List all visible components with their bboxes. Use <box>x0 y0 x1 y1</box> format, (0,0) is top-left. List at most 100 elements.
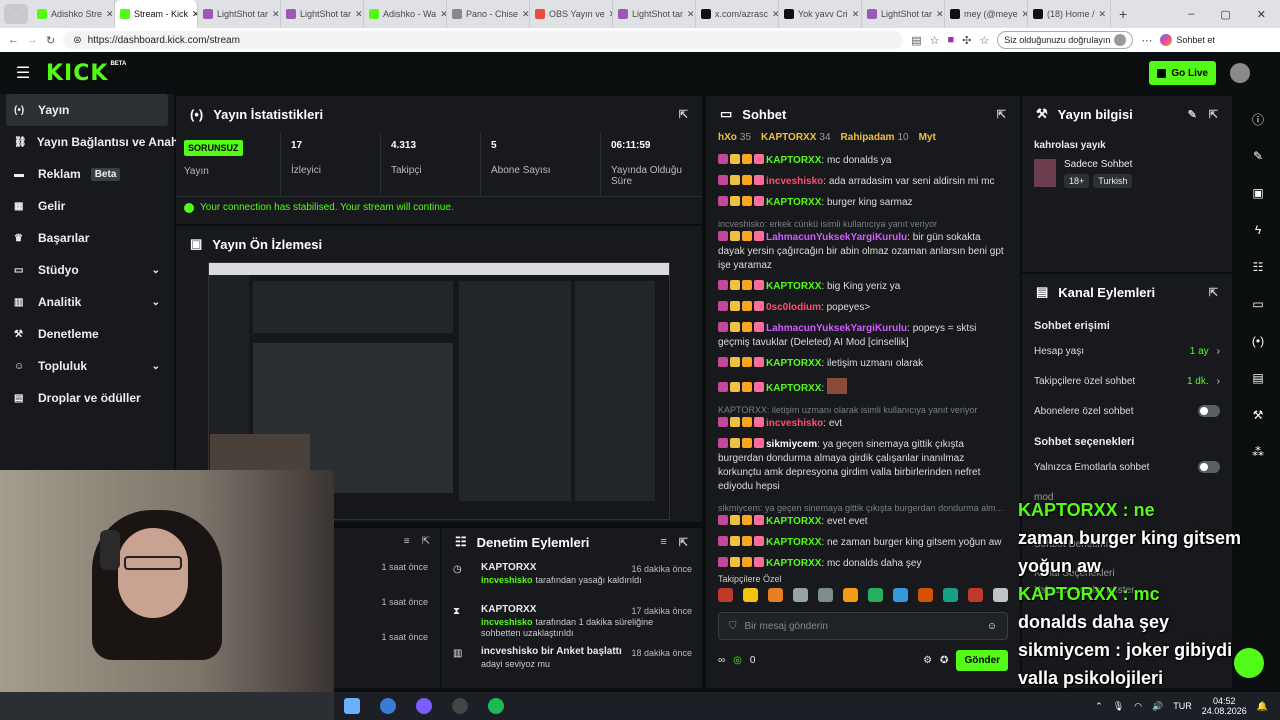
sidebar-item[interactable]: ▥ Analitik ⌄ <box>0 286 174 318</box>
emote-icon[interactable] <box>718 588 733 602</box>
browser-tab[interactable]: LightShot tar ✕ <box>613 0 696 28</box>
go-live-button[interactable]: Go Live <box>1149 61 1216 85</box>
wrench-icon[interactable]: ⚒ <box>1246 403 1270 427</box>
tab-close-icon[interactable]: ✕ <box>272 9 280 20</box>
back-icon[interactable]: ← <box>8 34 19 46</box>
window-controls[interactable]: – ▢ ✕ <box>1188 8 1280 21</box>
sidebar-item[interactable]: ▦ Gelir <box>0 190 174 222</box>
bookmark-star-icon[interactable]: ☆ <box>930 34 940 47</box>
toggle-switch[interactable] <box>1198 461 1220 473</box>
browser-tab[interactable]: Pano - Chise ✕ <box>447 0 530 28</box>
channel-setting-row[interactable]: Yalnızca Emotlarla sohbet <box>1022 452 1232 482</box>
sidebar-item[interactable]: ▤ Droplar ve ödüller <box>0 382 174 414</box>
emoji-icon[interactable]: ☺ <box>987 621 997 632</box>
tag-chip[interactable]: 18+ <box>1064 174 1090 188</box>
chat-message[interactable]: LahmacunYuksekYargiKurulu: popeys = skts… <box>706 322 1020 350</box>
popout-icon[interactable]: ⇱ <box>1209 108 1218 121</box>
channel-setting-row[interactable]: Abonelere özel sohbet <box>1022 396 1232 426</box>
filter-icon[interactable]: ≡ <box>404 536 410 548</box>
chat-username[interactable]: LahmacunYuksekYargiKurulu <box>766 232 907 243</box>
emote-icon[interactable] <box>843 588 858 602</box>
browser-tab[interactable]: LightShot tar ✕ <box>281 0 364 28</box>
popout-icon[interactable]: ⇱ <box>997 108 1006 121</box>
maximize-icon[interactable]: ▢ <box>1220 8 1230 21</box>
wifi-icon[interactable]: ◠ <box>1134 701 1142 712</box>
new-tab-icon[interactable]: + <box>1119 6 1127 22</box>
browser-tab[interactable]: Adishko Stre ✕ <box>32 0 115 28</box>
edit-icon[interactable]: ✎ <box>1246 144 1270 168</box>
browser-tab[interactable]: Stream - Kick✕ <box>115 0 198 28</box>
copilot-button[interactable]: Sohbet et <box>1160 34 1215 46</box>
popout-icon[interactable]: ⇱ <box>679 108 688 121</box>
chat-username[interactable]: incveshisko <box>766 176 823 187</box>
chat-message[interactable]: KAPTORXX: burger king sarmaz <box>706 196 1020 210</box>
help-button[interactable] <box>1234 648 1264 678</box>
sidebar-item[interactable]: ☺ Topluluk ⌄ <box>0 350 174 382</box>
sidebar-item[interactable]: ⚒ Denetleme <box>0 318 174 350</box>
chat-message[interactable]: KAPTORXX: mc donalds daha şey <box>706 557 1020 571</box>
site-info-icon[interactable]: ⊜ <box>73 35 81 46</box>
chat-message[interactable]: 0sc0lodium: popeyes> <box>706 301 1020 315</box>
chat-message[interactable]: KAPTORXX: iletişim uzmanı olarak isimli … <box>706 403 1020 431</box>
sidebar-item[interactable]: ▭ Stüdyo ⌄ <box>0 254 174 286</box>
tab-close-icon[interactable]: ✕ <box>1099 9 1107 20</box>
emote-icon[interactable] <box>768 588 783 602</box>
tray-arrow-icon[interactable]: ⌃ <box>1095 701 1103 712</box>
filter-icon[interactable]: ≡ <box>660 536 666 549</box>
chat-input[interactable]: ⛉ Bir mesaj gönderin ☺ <box>718 612 1008 640</box>
tab-close-icon[interactable]: ✕ <box>522 9 529 20</box>
mic-icon[interactable]: 🎙 <box>1113 701 1124 712</box>
browser-tab[interactable]: LightShot tar ✕ <box>862 0 945 28</box>
emote-icon[interactable] <box>818 588 833 602</box>
chat-username[interactable]: KAPTORXX <box>766 281 821 292</box>
chat-message[interactable]: KAPTORXX: mc donalds ya <box>706 154 1020 168</box>
tab-close-icon[interactable]: ✕ <box>936 9 944 20</box>
tab-close-icon[interactable]: ✕ <box>772 9 778 20</box>
chat-username[interactable]: incveshisko <box>766 418 823 429</box>
extensions-puzzle-icon[interactable]: ✣ <box>962 34 971 47</box>
tab-close-icon[interactable]: ✕ <box>687 9 695 20</box>
moderation-item[interactable]: ▥ incveshisko bir Anket başlattı adayi sev… <box>441 640 702 682</box>
chat-username[interactable]: LahmacunYuksekYargiKurulu <box>766 323 907 334</box>
chat-username[interactable]: KAPTORXX <box>766 537 821 548</box>
bolt-icon[interactable]: ϟ <box>1246 218 1270 242</box>
emote-icon[interactable] <box>893 588 908 602</box>
mod-icon[interactable]: ✪ <box>940 655 948 666</box>
popout-icon[interactable]: ⇱ <box>422 536 430 548</box>
chat-message[interactable]: KAPTORXX: <box>706 378 1020 396</box>
spotify-icon[interactable] <box>488 698 504 714</box>
app-icon[interactable] <box>380 698 396 714</box>
emote-icon[interactable] <box>993 588 1008 602</box>
broadcast-icon[interactable]: (•) <box>1246 329 1270 353</box>
emote-icon[interactable] <box>793 588 808 602</box>
sidebar-item[interactable]: (•) Yayın <box>6 94 168 126</box>
verify-identity-chip[interactable]: Siz olduğunuzu doğrulayın <box>997 31 1134 49</box>
extension-icon[interactable]: ■ <box>948 34 955 46</box>
chat-message[interactable]: incveshisko: ada arradasim var seni aldi… <box>706 175 1020 189</box>
chat-username[interactable]: sikmiycem <box>766 439 817 450</box>
top-user[interactable]: Myt <box>919 132 939 150</box>
browser-tab[interactable]: mey (@meye✕ <box>945 0 1028 28</box>
moderation-item[interactable]: ◷ KAPTORXX incveshisko tarafından yasağı ka… <box>441 556 702 598</box>
list-icon[interactable]: ☷ <box>1246 255 1270 279</box>
chat-username[interactable]: KAPTORXX <box>766 358 821 369</box>
user-avatar[interactable] <box>1230 63 1250 83</box>
language-indicator[interactable]: TUR <box>1173 701 1192 711</box>
emote-icon[interactable] <box>968 588 983 602</box>
browser-tab[interactable]: x.com/azrasc ✕ <box>696 0 779 28</box>
hamburger-icon[interactable]: ☰ <box>0 63 46 83</box>
clock[interactable]: 04:52 24.08.2026 <box>1202 696 1247 716</box>
chat-message[interactable]: KAPTORXX: big King yeriz ya <box>706 280 1020 294</box>
bell-icon[interactable]: 🔔 <box>1257 701 1268 712</box>
tab-close-icon[interactable]: ✕ <box>440 9 446 20</box>
minimize-icon[interactable]: – <box>1188 8 1194 21</box>
sidebar-item[interactable]: ⛓ Yayın Bağlantısı ve Anahtarı <box>0 126 197 158</box>
reader-icon[interactable]: ▤ <box>911 34 921 47</box>
app-icon[interactable] <box>344 698 360 714</box>
channel-setting-row[interactable]: Takipçilere özel sohbet 1 dk. › <box>1022 366 1232 396</box>
top-user[interactable]: Rahipadam 10 <box>841 132 909 150</box>
popout-icon[interactable]: ⇱ <box>1209 286 1218 299</box>
browser-tab[interactable]: Adishko - Wa ✕ <box>364 0 447 28</box>
toggle-switch[interactable] <box>1198 405 1220 417</box>
connections-icon[interactable]: ∞ <box>718 655 725 666</box>
